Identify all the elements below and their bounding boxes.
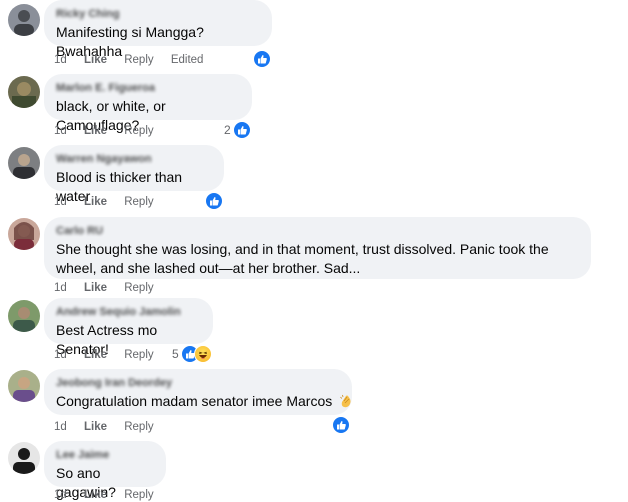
reaction-count: 5 (172, 347, 179, 361)
like-reaction-icon (232, 121, 251, 139)
like-button[interactable]: Like (84, 282, 107, 294)
reaction-summary[interactable]: 5 (172, 345, 212, 363)
comment-actions: 1d Like Reply (54, 488, 168, 502)
reply-button[interactable]: Reply (124, 421, 153, 433)
comment-author[interactable]: Andrew Sequio Jamolin (56, 305, 201, 319)
reaction-summary[interactable] (253, 50, 271, 68)
comment-bubble: Andrew Sequio Jamolin Best Actress mo Se… (44, 298, 213, 357)
clapping-hands-icon (338, 393, 354, 414)
like-button[interactable]: Like (84, 125, 107, 137)
reply-button[interactable]: Reply (124, 196, 153, 208)
like-button[interactable]: Like (84, 349, 107, 361)
reaction-count: 2 (224, 123, 231, 137)
avatar[interactable] (8, 76, 40, 108)
edited-label[interactable]: Edited (171, 54, 204, 66)
avatar[interactable] (8, 4, 40, 36)
reaction-summary[interactable]: 2 (224, 121, 251, 139)
like-reaction-icon (205, 192, 223, 210)
comment-bubble: Warren Ngayawon Blood is thicker than wa… (44, 145, 224, 204)
comment-time[interactable]: 1d (54, 54, 67, 66)
like-reaction-icon (332, 416, 350, 434)
comment-text: Congratulation madam senator imee Marcos (56, 392, 351, 414)
reply-button[interactable]: Reply (124, 54, 153, 66)
haha-reaction-icon (193, 345, 212, 363)
comment-bubble: Jeobong Iran Deordey Congratulation mada… (44, 369, 352, 415)
comment-time[interactable]: 1d (54, 349, 67, 361)
comment-actions: 1d Like Reply (54, 420, 168, 434)
comment-bubble: Carlo RU She thought she was losing, and… (44, 217, 591, 279)
comment-actions: 1d Like Reply (54, 124, 168, 138)
like-button[interactable]: Like (84, 489, 107, 501)
comment-author[interactable]: Lee Jaime (56, 448, 154, 462)
comment-time[interactable]: 1d (54, 196, 67, 208)
comment-text: She thought she was losing, and in that … (56, 241, 549, 276)
like-button[interactable]: Like (84, 196, 107, 208)
comment-time[interactable]: 1d (54, 489, 67, 501)
comment-author[interactable]: Carlo RU (56, 224, 579, 238)
comment-actions: 1d Like Reply Edited (54, 53, 217, 67)
comment-actions: 1d Like Reply (54, 281, 168, 295)
comment-time[interactable]: 1d (54, 421, 67, 433)
avatar[interactable] (8, 300, 40, 332)
like-reaction-icon (253, 50, 271, 68)
avatar[interactable] (8, 218, 40, 250)
comment-bubble: Lee Jaime So ano gagawin? (44, 441, 166, 500)
reply-button[interactable]: Reply (124, 489, 153, 501)
comment-author[interactable]: Jeobong Iran Deordey (56, 376, 340, 390)
comment-author[interactable]: Ricky Ching (56, 7, 260, 21)
avatar[interactable] (8, 147, 40, 179)
comment-bubble: Ricky Ching Manifesting si Mangga? Bwaha… (44, 0, 272, 59)
reply-button[interactable]: Reply (124, 125, 153, 137)
avatar[interactable] (8, 370, 40, 402)
reaction-summary[interactable] (205, 192, 223, 210)
comment-time[interactable]: 1d (54, 282, 67, 294)
comment-author[interactable]: Marlon E. Figueroa (56, 81, 240, 95)
avatar[interactable] (8, 442, 40, 474)
comment-bubble: Marlon E. Figueroa black, or white, or C… (44, 74, 252, 133)
comment-actions: 1d Like Reply (54, 195, 168, 209)
reply-button[interactable]: Reply (124, 282, 153, 294)
reply-button[interactable]: Reply (124, 349, 153, 361)
comment-author[interactable]: Warren Ngayawon (56, 152, 212, 166)
comment-actions: 1d Like Reply (54, 348, 168, 362)
like-button[interactable]: Like (84, 421, 107, 433)
comment-time[interactable]: 1d (54, 125, 67, 137)
comment-text-body: Congratulation madam senator imee Marcos (56, 393, 333, 409)
reaction-summary[interactable] (332, 416, 350, 434)
like-button[interactable]: Like (84, 54, 107, 66)
